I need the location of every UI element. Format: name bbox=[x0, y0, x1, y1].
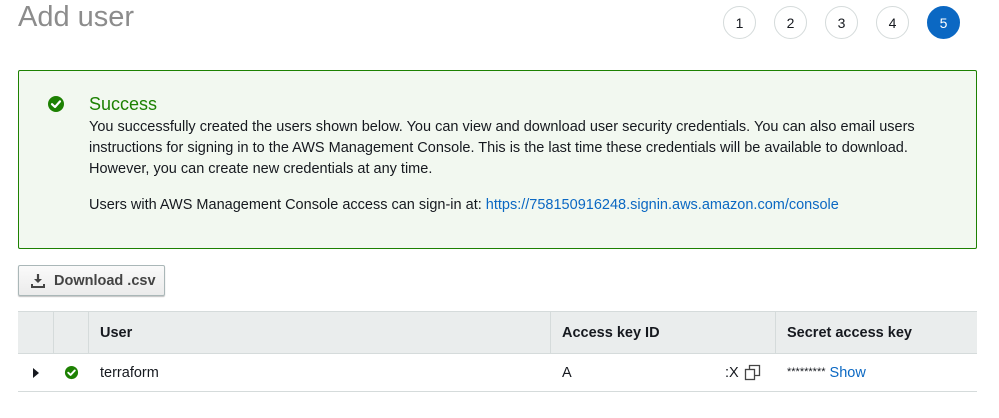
show-secret-link[interactable]: Show bbox=[830, 365, 866, 381]
wizard-steps: 1 2 3 4 5 bbox=[723, 6, 960, 39]
access-key-prefix: A bbox=[562, 364, 572, 381]
signin-info: Users with AWS Management Console access… bbox=[89, 195, 839, 216]
check-circle-icon bbox=[64, 365, 79, 380]
download-csv-button[interactable]: Download .csv bbox=[18, 265, 165, 296]
access-key-suffix: :X bbox=[725, 365, 739, 381]
header-access-key-id[interactable]: Access key ID bbox=[551, 312, 776, 353]
table-header: User Access key ID Secret access key bbox=[18, 311, 977, 354]
header-status bbox=[54, 312, 89, 353]
step-2[interactable]: 2 bbox=[774, 6, 807, 39]
step-1[interactable]: 1 bbox=[723, 6, 756, 39]
success-alert: Success You successfully created the use… bbox=[18, 70, 977, 249]
user-name: terraform bbox=[100, 364, 159, 381]
page-title: Add user bbox=[18, 1, 135, 33]
signin-url-link[interactable]: https://758150916248.signin.aws.amazon.c… bbox=[486, 197, 839, 213]
step-3[interactable]: 3 bbox=[825, 6, 858, 39]
secret-mask: ********* bbox=[787, 365, 826, 378]
header-secret-access-key[interactable]: Secret access key bbox=[776, 312, 977, 353]
row-status bbox=[54, 354, 89, 391]
step-4[interactable]: 4 bbox=[876, 6, 909, 39]
table-row: terraform A :X ********* Show bbox=[18, 354, 977, 392]
signin-prefix: Users with AWS Management Console access… bbox=[89, 197, 482, 213]
step-5[interactable]: 5 bbox=[927, 6, 960, 39]
header-user[interactable]: User bbox=[89, 312, 551, 353]
copy-icon[interactable] bbox=[744, 364, 761, 381]
secret-key-cell: ********* Show bbox=[776, 354, 977, 391]
alert-message: You successfully created the users shown… bbox=[89, 119, 915, 177]
access-key-id-cell: A :X bbox=[551, 354, 776, 391]
alert-title: Success bbox=[89, 94, 158, 114]
check-circle-icon bbox=[48, 96, 64, 112]
download-icon bbox=[31, 273, 45, 288]
caret-right-icon bbox=[33, 367, 39, 378]
expand-row-toggle[interactable] bbox=[18, 354, 54, 391]
download-csv-label: Download .csv bbox=[54, 272, 156, 289]
header-expand bbox=[18, 312, 54, 353]
credentials-table: User Access key ID Secret access key ter… bbox=[18, 311, 977, 392]
